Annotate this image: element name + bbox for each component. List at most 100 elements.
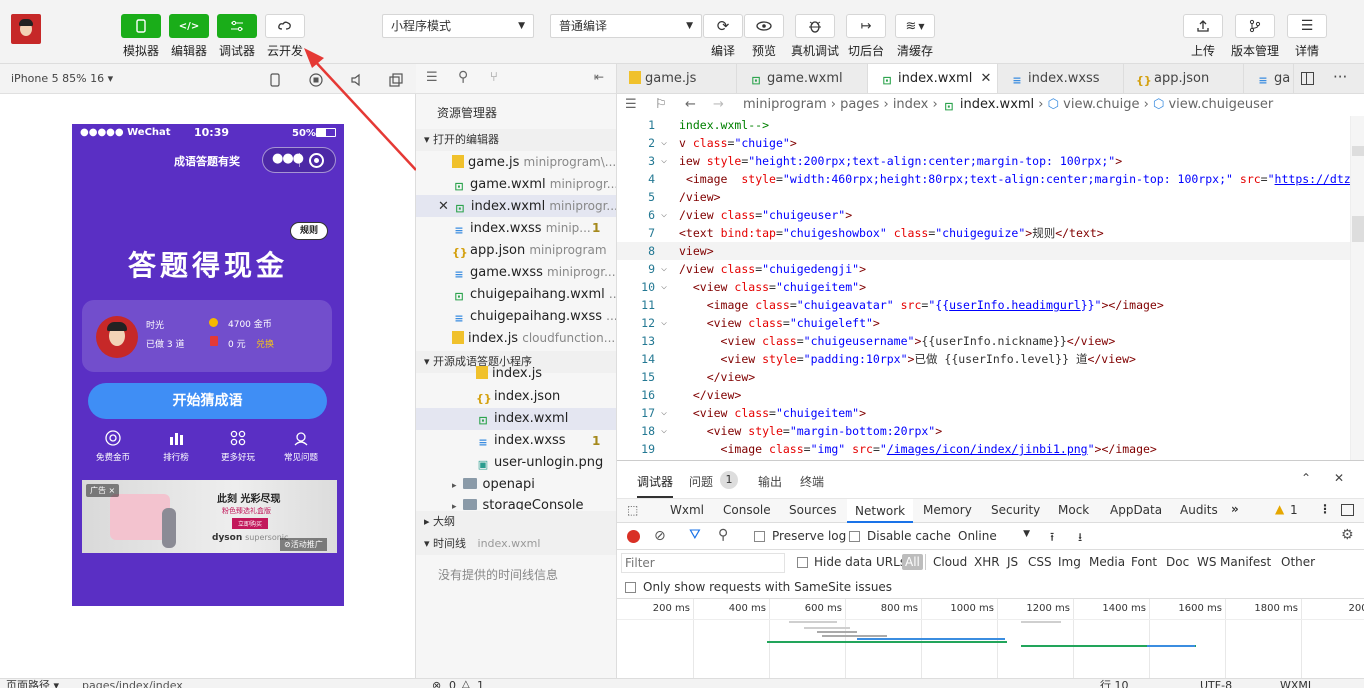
menu-item-more-fun[interactable]: 更多好玩: [213, 430, 263, 463]
tab-game-wxml[interactable]: ⊡ game.wxml: [737, 64, 868, 93]
filter-doc[interactable]: Doc: [1166, 555, 1189, 569]
outline-section[interactable]: ▸ 大纲: [416, 511, 616, 533]
branch-icon[interactable]: ⑂: [490, 70, 498, 85]
filter-xhr[interactable]: XHR: [974, 555, 1000, 569]
filter-input[interactable]: [621, 553, 785, 573]
timeline-section[interactable]: ▾ 时间线 index.wxml: [416, 533, 616, 555]
import-icon[interactable]: ⭱: [1050, 528, 1054, 549]
clear-cache-button[interactable]: ≋ ▼: [895, 14, 935, 38]
tab-memory[interactable]: Memory: [923, 503, 972, 517]
tab-index-wxml[interactable]: ⊡ index.wxml ✕: [868, 64, 998, 93]
filter-all[interactable]: All: [902, 554, 923, 570]
filter-cloud[interactable]: Cloud: [933, 555, 967, 569]
forward-icon[interactable]: →: [713, 94, 724, 116]
compile-button[interactable]: ⟳: [703, 14, 743, 38]
breadcrumb-miniprogram[interactable]: miniprogram: [743, 97, 827, 112]
tree-folder-storage-console[interactable]: ▸ storageConsole: [416, 496, 616, 510]
more-tabs-icon[interactable]: »: [1231, 502, 1239, 516]
tab-output[interactable]: 输出: [758, 473, 782, 490]
code-line[interactable]: 14 <view style="padding:10rpx">已做 {{user…: [617, 350, 1364, 368]
code-line[interactable]: 18 ⌵ <view style="margin-bottom:20rpx">: [617, 422, 1364, 440]
hide-data-urls-checkbox[interactable]: [797, 557, 808, 568]
filter-css[interactable]: CSS: [1028, 555, 1052, 569]
bookmark-icon[interactable]: ⚐: [655, 94, 667, 116]
encoding[interactable]: UTF-8: [1200, 680, 1232, 688]
disable-cache-checkbox[interactable]: [849, 531, 860, 542]
open-file-chuigepaihang-wxml[interactable]: ⊡chuigepaihang.wxml ...: [416, 283, 616, 305]
user-avatar[interactable]: [11, 14, 41, 44]
error-count[interactable]: 0: [449, 680, 456, 688]
list-icon[interactable]: ☰: [625, 94, 637, 116]
tree-file-index-json[interactable]: {} index.json: [416, 386, 616, 408]
search-icon[interactable]: ⚲: [718, 527, 728, 543]
upload-button[interactable]: [1183, 14, 1223, 38]
code-line[interactable]: 3 ⌵ iew style="height:200rpx;text-align:ce…: [617, 152, 1364, 170]
tab-index-wxss[interactable]: ≡ index.wxss: [998, 64, 1124, 93]
code-editor[interactable]: 1 index.wxml--> 2 ⌵ v class="chuige"> 3 ⌵ iew s…: [617, 116, 1364, 460]
tab-debugger[interactable]: 调试器: [637, 473, 674, 498]
phone-icon[interactable]: [270, 73, 280, 87]
open-editors-section[interactable]: ▾ 打开的编辑器: [416, 129, 616, 151]
tab-console[interactable]: Console: [723, 503, 771, 517]
breadcrumb-pages[interactable]: pages: [840, 97, 879, 112]
filter-font[interactable]: Font: [1131, 555, 1157, 569]
tab-appdata[interactable]: AppData: [1110, 503, 1162, 517]
version-button[interactable]: [1235, 14, 1275, 38]
simulator-toggle-button[interactable]: [121, 14, 161, 38]
editor-scrollbar[interactable]: [1350, 116, 1364, 460]
breadcrumb-chuige[interactable]: view.chuige: [1063, 97, 1139, 112]
details-button[interactable]: ☰: [1287, 14, 1327, 38]
open-file-index-js[interactable]: index.js cloudfunction...: [416, 327, 616, 349]
menu-item-faq[interactable]: 常见问题: [276, 430, 326, 463]
code-line[interactable]: 6 ⌵ /view class="chuigeuser">: [617, 206, 1364, 224]
inspect-icon[interactable]: ⬚: [627, 503, 638, 517]
kebab-menu-icon[interactable]: ⋮: [1319, 502, 1331, 516]
open-file-chuigepaihang-wxss[interactable]: ≡ chuigepaihang.wxss ...: [416, 305, 616, 327]
start-button[interactable]: 开始猜成语: [88, 383, 327, 419]
open-file-game-js[interactable]: game.js miniprogram\...: [416, 151, 616, 173]
tab-app-json[interactable]: {} app.json: [1124, 64, 1244, 93]
close-icon[interactable]: ✕: [1334, 471, 1344, 485]
tab-security[interactable]: Security: [991, 503, 1040, 517]
code-line[interactable]: 8 view>: [617, 242, 1364, 260]
close-icon[interactable]: ✕: [438, 199, 449, 214]
code-line[interactable]: 16 </view>: [617, 386, 1364, 404]
open-file-game-wxss[interactable]: ≡ game.wxss miniprogr...: [416, 261, 616, 283]
warning-count[interactable]: 1: [477, 680, 484, 688]
samesite-checkbox[interactable]: [625, 582, 636, 593]
background-button[interactable]: ↦: [846, 14, 886, 38]
filter-img[interactable]: Img: [1058, 555, 1081, 569]
device-select[interactable]: iPhone 5 85% 16 ▾: [11, 72, 113, 85]
open-file-app-json[interactable]: {} app.json miniprogram: [416, 239, 616, 261]
filter-icon[interactable]: ⛛: [689, 527, 701, 543]
code-line[interactable]: 12 ⌵ <view class="chuigeleft">: [617, 314, 1364, 332]
fold-chevron-icon[interactable]: ⌵: [661, 206, 667, 224]
tree-file-user-unlogin-png[interactable]: ▣ user-unlogin.png: [416, 452, 616, 474]
tab-game-wxss[interactable]: ≡ ga: [1244, 64, 1294, 93]
close-icon[interactable]: ✕: [980, 71, 991, 86]
open-file-index-wxml[interactable]: ✕ ⊡ index.wxml miniprogr...: [416, 195, 616, 217]
throttle-select[interactable]: Online ▼: [958, 529, 1030, 543]
code-line[interactable]: 9 ⌵ /view class="chuigedengji">: [617, 260, 1364, 278]
debugger-toggle-button[interactable]: [217, 14, 257, 38]
mode-select[interactable]: 小程序模式 ▼: [382, 14, 534, 38]
open-file-game-wxml[interactable]: ⊡ game.wxml miniprogr...: [416, 173, 616, 195]
fold-chevron-icon[interactable]: ⌵: [661, 404, 667, 422]
record-icon[interactable]: [627, 530, 640, 543]
breadcrumb-chuigeuser[interactable]: view.chuigeuser: [1168, 97, 1273, 112]
more-icon[interactable]: ···: [1333, 68, 1347, 86]
redeem-link[interactable]: 兑换: [256, 337, 274, 350]
tree-file-index-wxss[interactable]: ≡ index.wxss 1: [416, 430, 616, 452]
ad-banner[interactable]: 广告 × 此刻 光彩尽现 粉色臻选礼盒版 立即购买 dyson superson…: [82, 480, 337, 553]
code-line[interactable]: 19 <image class="img" src="/images/icon/…: [617, 440, 1364, 458]
menu-item-free-coins[interactable]: 免费金币: [88, 430, 138, 463]
preview-button[interactable]: [744, 14, 784, 38]
tab-sources[interactable]: Sources: [789, 503, 836, 517]
preserve-log-checkbox[interactable]: [754, 531, 765, 542]
code-line[interactable]: 17 ⌵ <view class="chuigeitem">: [617, 404, 1364, 422]
fold-chevron-icon[interactable]: ⌵: [661, 260, 667, 278]
compile-select[interactable]: 普通编译 ▼: [550, 14, 702, 38]
page-path-label[interactable]: 页面路径 ▾: [6, 680, 59, 688]
code-line[interactable]: 15 </view>: [617, 368, 1364, 386]
filter-manifest[interactable]: Manifest: [1220, 555, 1271, 569]
